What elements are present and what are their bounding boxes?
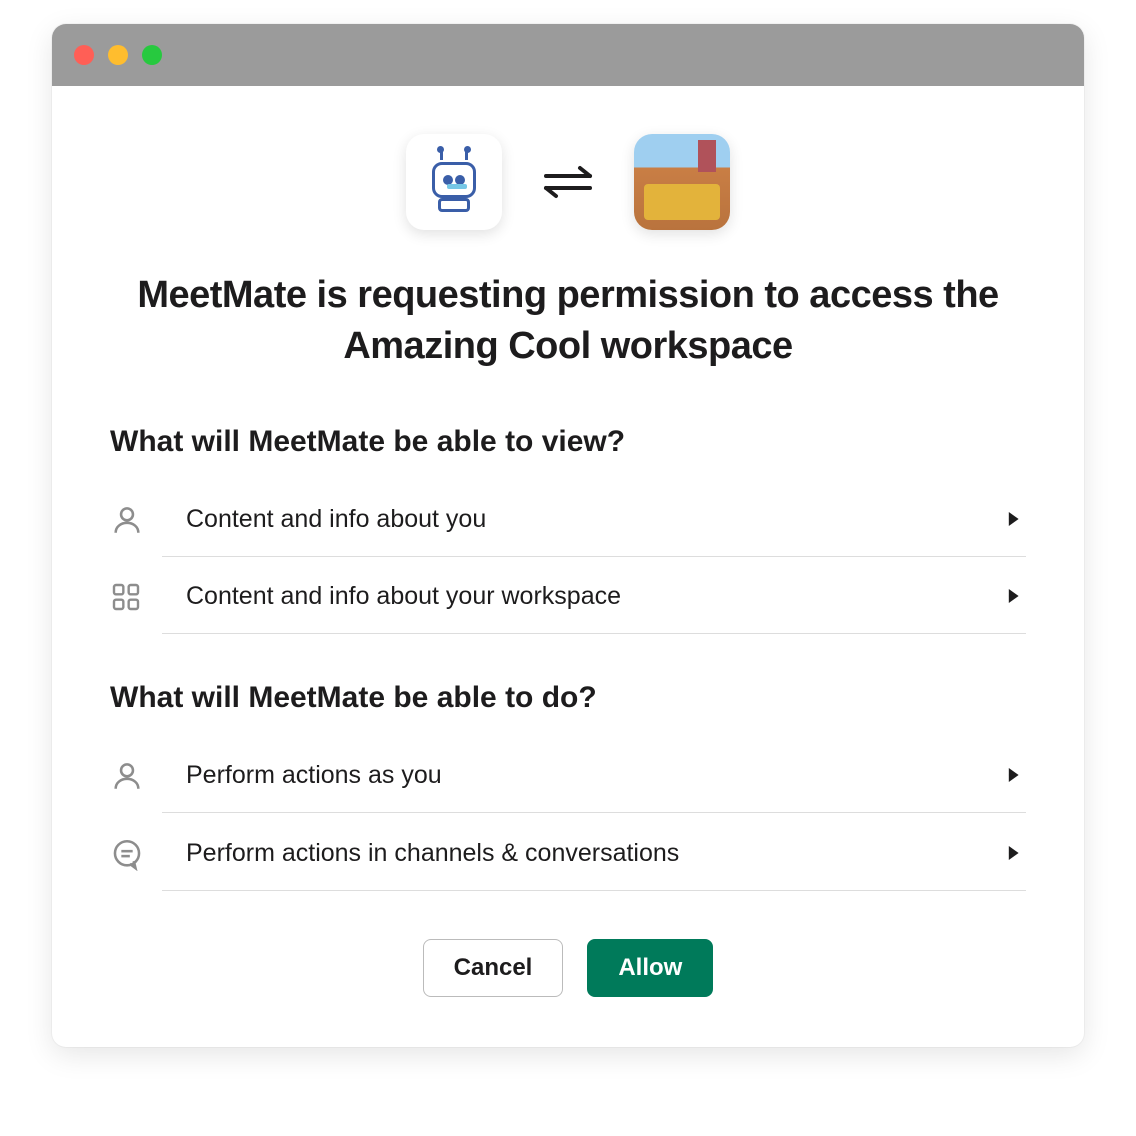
permission-label: Perform actions in channels & conversati… bbox=[162, 839, 1006, 868]
permission-label: Perform actions as you bbox=[162, 761, 1006, 790]
permission-label: Content and info about you bbox=[162, 505, 1006, 534]
permission-label: Content and info about your workspace bbox=[162, 582, 1006, 611]
view-permissions-section: What will MeetMate be able to view? Cont… bbox=[110, 425, 1026, 635]
grid-icon bbox=[110, 581, 162, 613]
expand-caret-icon bbox=[1006, 589, 1026, 603]
exchange-icon bbox=[540, 162, 596, 202]
permission-row-do-asyou[interactable]: Perform actions as you bbox=[110, 737, 1026, 815]
permission-dialog-window: MeetMate is requesting permission to acc… bbox=[52, 24, 1084, 1047]
user-icon bbox=[110, 503, 162, 537]
window-controls bbox=[74, 45, 162, 65]
view-section-title: What will MeetMate be able to view? bbox=[110, 425, 1026, 459]
permission-row-view-you[interactable]: Content and info about you bbox=[110, 481, 1026, 559]
workspace-avatar bbox=[634, 134, 730, 230]
robot-icon bbox=[422, 150, 486, 214]
dialog-actions: Cancel Allow bbox=[110, 939, 1026, 997]
expand-caret-icon bbox=[1006, 846, 1026, 860]
app-connection-header bbox=[110, 134, 1026, 230]
allow-button[interactable]: Allow bbox=[587, 939, 713, 997]
close-window-button[interactable] bbox=[74, 45, 94, 65]
zoom-window-button[interactable] bbox=[142, 45, 162, 65]
user-icon bbox=[110, 759, 162, 793]
expand-caret-icon bbox=[1006, 768, 1026, 782]
expand-caret-icon bbox=[1006, 512, 1026, 526]
window-titlebar bbox=[52, 24, 1084, 86]
minimize-window-button[interactable] bbox=[108, 45, 128, 65]
workspace-image bbox=[634, 134, 730, 230]
cancel-button[interactable]: Cancel bbox=[423, 939, 564, 997]
requesting-app-avatar bbox=[406, 134, 502, 230]
permission-headline: MeetMate is requesting permission to acc… bbox=[110, 270, 1026, 373]
chat-icon bbox=[110, 837, 162, 871]
do-section-title: What will MeetMate be able to do? bbox=[110, 681, 1026, 715]
permission-row-do-channels[interactable]: Perform actions in channels & conversati… bbox=[110, 815, 1026, 893]
do-permissions-section: What will MeetMate be able to do? Perfor… bbox=[110, 681, 1026, 893]
permission-row-view-workspace[interactable]: Content and info about your workspace bbox=[110, 559, 1026, 635]
